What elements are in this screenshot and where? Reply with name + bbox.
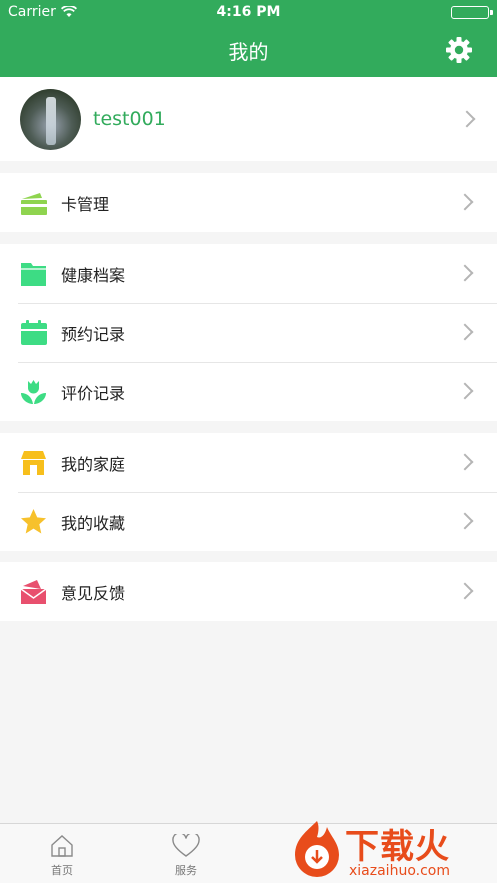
nav-bar: 我的 — [0, 24, 497, 77]
chevron-right-icon — [456, 582, 474, 600]
tulip-icon — [20, 378, 47, 405]
menu-item-health-records[interactable]: 健康档案 — [0, 244, 497, 303]
tab-services[interactable]: 服务 — [124, 824, 248, 883]
tab-label: 服务 — [175, 864, 197, 877]
folder-icon — [20, 260, 47, 287]
home-icon — [51, 835, 73, 857]
star-icon — [20, 508, 47, 535]
menu-label: 我的收藏 — [61, 513, 126, 533]
gear-icon[interactable] — [445, 36, 473, 64]
records-group: 健康档案 预约记录 评价记录 — [0, 244, 497, 421]
chevron-right-icon — [458, 110, 476, 128]
feedback-group: 意见反馈 — [0, 562, 497, 621]
battery-icon — [451, 6, 493, 19]
family-group: 我的家庭 我的收藏 — [0, 433, 497, 551]
clock: 4:16 PM — [216, 4, 281, 20]
menu-label: 健康档案 — [61, 265, 126, 285]
tab-label: 首页 — [51, 864, 73, 877]
menu-label: 预约记录 — [61, 324, 126, 344]
menu-label: 我的家庭 — [61, 454, 126, 474]
tab-home[interactable]: 首页 — [0, 824, 124, 883]
menu-item-my-family[interactable]: 我的家庭 — [0, 433, 497, 492]
watermark-title: 下载火 — [345, 827, 450, 867]
chevron-right-icon — [456, 453, 474, 471]
chevron-right-icon — [456, 193, 474, 211]
house-icon — [20, 449, 47, 476]
page-title: 我的 — [228, 40, 269, 64]
chevron-right-icon — [456, 382, 474, 400]
menu-label: 意见反馈 — [61, 583, 126, 603]
chevron-right-icon — [456, 264, 474, 282]
username: test001 — [93, 108, 166, 130]
status-bar: Carrier 4:16 PM — [0, 0, 497, 24]
menu-item-card-management[interactable]: 卡管理 — [0, 173, 497, 232]
menu-item-feedback[interactable]: 意见反馈 — [0, 562, 497, 621]
chevron-right-icon — [456, 323, 474, 341]
menu-item-favorites[interactable]: 我的收藏 — [0, 492, 497, 551]
envelope-icon — [20, 578, 47, 605]
watermark-url: xiazaihuo.com — [349, 863, 450, 879]
calendar-icon — [20, 319, 47, 346]
watermark: 下载火 xiazaihuo.com — [287, 815, 497, 883]
profile-row[interactable]: test001 — [0, 77, 497, 161]
chevron-right-icon — [456, 512, 474, 530]
menu-label: 卡管理 — [61, 194, 110, 214]
menu-item-reviews[interactable]: 评价记录 — [0, 362, 497, 421]
flame-logo-icon — [295, 821, 339, 877]
heart-icon — [172, 834, 200, 857]
card-group: 卡管理 — [0, 173, 497, 232]
menu-item-appointments[interactable]: 预约记录 — [0, 303, 497, 362]
avatar — [20, 88, 81, 150]
card-icon — [20, 189, 47, 216]
menu-label: 评价记录 — [61, 383, 126, 403]
